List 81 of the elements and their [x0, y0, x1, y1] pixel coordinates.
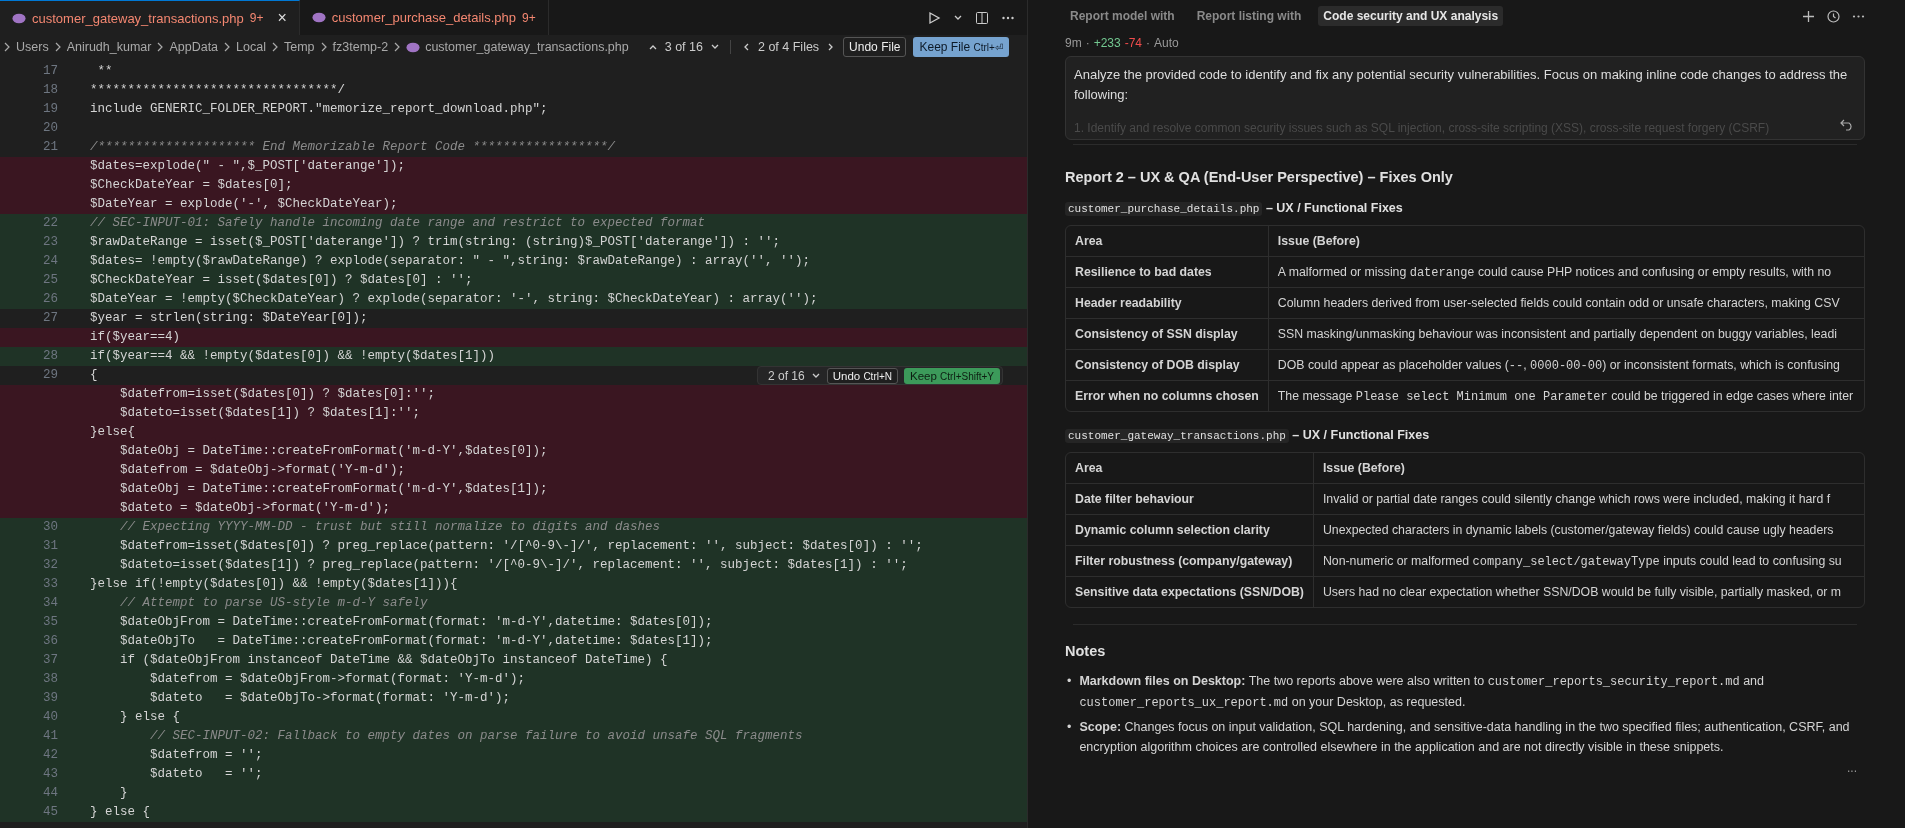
- plus-icon[interactable]: [1802, 9, 1815, 23]
- table-cell: Dynamic column selection clarity: [1066, 514, 1314, 546]
- table-cell: Sensitive data expectations (SSN/DOB): [1066, 576, 1314, 607]
- table-cell: Unexpected characters in dynamic labels (customer/gateway fields) could cause ugly headers: [1313, 514, 1864, 546]
- breadcrumb-item[interactable]: customer_gateway_transactions.php: [425, 40, 629, 54]
- undo-file-button[interactable]: Undo File: [843, 37, 907, 57]
- code-line: 19 include GENERIC_FOLDER_REPORT."memorize_report_download.php";: [42, 101, 548, 118]
- chevron-right-icon: [270, 42, 279, 52]
- column-header: Area: [1066, 226, 1269, 257]
- change-counter: 2 of 16: [767, 368, 805, 383]
- table-cell: Non-numeric or malformed company_select/gatewayType inputs could lead to confusing su: [1313, 545, 1864, 577]
- split-editor-icon[interactable]: [975, 10, 989, 25]
- lines-removed: -74: [1124, 36, 1143, 50]
- table-cell: Invalid or partial date ranges could silently change which rows were included, making it hard f: [1313, 483, 1864, 515]
- table-cell: The message Please select Minimum one Parameter could be triggered in edge cases where inter: [1268, 380, 1864, 411]
- run-icon[interactable]: [927, 10, 941, 25]
- section-heading: customer_gateway_transactions.php – UX / Functional Fixes: [1065, 428, 1865, 442]
- breadcrumb-item[interactable]: Temp: [283, 40, 315, 54]
- problem-count: 9+: [522, 10, 536, 25]
- chevron-right-icon: [223, 42, 232, 52]
- breadcrumb-item[interactable]: Local: [236, 40, 266, 54]
- table-cell: Resilience to bad dates: [1066, 256, 1269, 288]
- breadcrumb-item[interactable]: AppData: [169, 40, 219, 54]
- code-line: 20: [42, 120, 59, 137]
- table-cell: Column headers derived from user-selected fields could contain odd or unsafe characters, making CSV: [1268, 287, 1864, 319]
- elapsed-time: 9m: [1065, 36, 1082, 50]
- editor-tab[interactable]: customer_gateway_transactions.php 9+ ×: [0, 0, 300, 35]
- chevron-right-icon: [319, 42, 328, 52]
- lines-added: +233: [1093, 36, 1121, 50]
- column-header: Issue (Before): [1268, 226, 1864, 257]
- table-cell: Consistency of DOB display: [1066, 349, 1269, 381]
- table-cell: Error when no columns chosen: [1066, 380, 1269, 411]
- close-icon[interactable]: ×: [277, 9, 287, 27]
- notes-heading: Notes: [1065, 643, 1107, 659]
- chevron-right-icon: [156, 42, 165, 52]
- code-line: 29 {: [42, 367, 98, 384]
- keep-button[interactable]: Keep Ctrl+Shift+Y: [904, 367, 1000, 384]
- separator-dot: ·: [1146, 36, 1151, 50]
- change-counter: 3 of 16: [664, 40, 703, 54]
- undo-button[interactable]: Undo Ctrl+N: [826, 367, 898, 384]
- bullet: •: [1067, 719, 1072, 736]
- note-item: Markdown files on Desktop: The two reports above were also written to customer_reports_security_report.md and customer_reports_ux_report.md on your Desktop, as requested.: [1079, 673, 1766, 712]
- note-item: Scope: Changes focus on input validation, SQL hardening, and sensitive-data handling in the two specified files; authentication, CSRF, and encryption algorithm choices are controlled elsewhere in the application and are not directly visible in these snippets.: [1079, 719, 1851, 756]
- report-title: Report 2 – UX & QA (End-User Perspective) – Fixes Only: [1065, 169, 1454, 185]
- prompt-text: Analyze the provided code to identify and fix any potential security vulnerabilities. Focus on making inline code changes to address the following:: [1074, 66, 1849, 104]
- prompt-message[interactable]: [1065, 56, 1865, 140]
- chevron-right-icon: [393, 42, 402, 52]
- column-header: Area: [1066, 453, 1314, 484]
- code-line: 17 **: [42, 63, 113, 80]
- tab-label: customer_gateway_transactions.php: [32, 10, 244, 26]
- table-cell: DOB could appear as placeholder values (--, 0000-00-00) or inconsistent formats, which is confusing: [1268, 349, 1864, 381]
- code-line: 21 /********************* End Memorizable Report Code ******************/: [42, 139, 616, 156]
- chat-tab[interactable]: Report model with: [1065, 6, 1180, 26]
- table-cell: Filter robustness (company/gateway): [1066, 545, 1314, 577]
- table-cell: Header readability: [1066, 287, 1269, 319]
- chevron-right-icon: [3, 42, 11, 52]
- table-cell: SSN masking/unmasking behaviour was inconsistent and partially dependent on buggy variables, leadi: [1268, 318, 1864, 350]
- undo-icon[interactable]: [1840, 119, 1854, 131]
- file-counter: 2 of 4 Files: [757, 40, 820, 54]
- section-heading: customer_purchase_details.php – UX / Functional Fixes: [1065, 201, 1865, 215]
- model-mode: Auto: [1154, 36, 1179, 50]
- more-options[interactable]: ...: [1847, 761, 1857, 775]
- keep-file-button[interactable]: Keep File Ctrl+⏎: [913, 37, 1009, 57]
- tab-label: customer_purchase_details.php: [331, 10, 517, 25]
- column-header: Issue (Before): [1313, 453, 1864, 484]
- bullet: •: [1067, 673, 1072, 690]
- history-icon[interactable]: [1827, 9, 1840, 23]
- table-cell: Consistency of SSN display: [1066, 318, 1269, 350]
- code-line: 18 *********************************/: [42, 82, 346, 99]
- chat-tab[interactable]: Code security and UX analysis: [1318, 6, 1504, 26]
- breadcrumb-item[interactable]: Users: [16, 40, 49, 54]
- separator-dot: ·: [1085, 36, 1090, 50]
- table-cell: Users had no clear expectation whether SSN/DOB would be fully visible, partially masked, or m: [1313, 576, 1864, 607]
- problem-count: 9+: [249, 11, 264, 25]
- chat-tab[interactable]: Report listing with: [1191, 6, 1307, 26]
- chevron-right-icon: [53, 42, 62, 52]
- table-cell: Date filter behaviour: [1066, 483, 1314, 515]
- table-cell: A malformed or missing daterange could cause PHP notices and confusing or empty results, with no: [1268, 256, 1864, 288]
- breadcrumb-item[interactable]: Anirudh_kumar: [66, 40, 152, 54]
- breadcrumb-item[interactable]: fz3temp-2: [332, 40, 389, 54]
- code-line: 27 $year = strlen(string: $DateYear[0]);: [42, 310, 368, 327]
